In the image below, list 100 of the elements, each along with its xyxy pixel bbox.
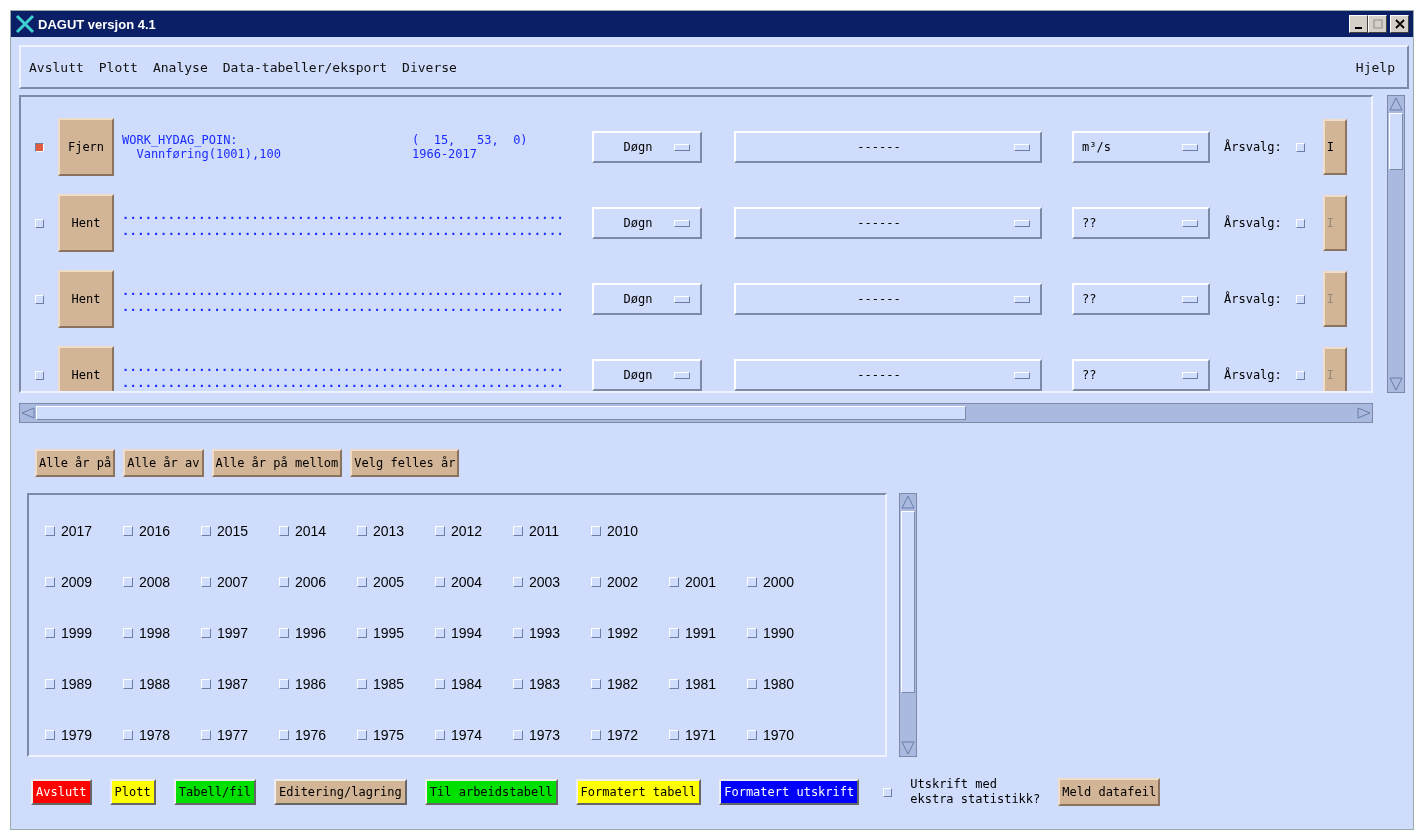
year-checkbox[interactable] [201, 627, 211, 638]
report-error-button[interactable]: Meld datafeil [1058, 778, 1161, 806]
year-checkbox[interactable] [591, 729, 601, 740]
year-checkbox[interactable] [513, 729, 523, 740]
info-button[interactable]: I [1322, 119, 1347, 175]
year-checkbox[interactable] [357, 525, 367, 536]
year-checkbox[interactable] [357, 729, 367, 740]
year-action-button[interactable]: Velg felles år [350, 449, 460, 477]
year-checkbox[interactable] [435, 729, 445, 740]
load-button[interactable]: Hent [58, 346, 114, 391]
action-button[interactable]: Tabell/fil [173, 779, 256, 805]
selection-dropdown[interactable]: ------ [734, 359, 1042, 391]
year-selection-toggle[interactable] [1295, 142, 1305, 152]
vertical-scrollbar[interactable] [1387, 95, 1405, 393]
remove-button[interactable]: Fjern [58, 118, 114, 176]
year-checkbox[interactable] [591, 627, 601, 638]
year-checkbox[interactable] [669, 678, 679, 689]
year-checkbox[interactable] [201, 576, 211, 587]
year-checkbox[interactable] [435, 627, 445, 638]
year-checkbox[interactable] [435, 678, 445, 689]
period-dropdown[interactable]: Døgn [592, 131, 702, 163]
year-checkbox[interactable] [747, 576, 757, 587]
year-checkbox[interactable] [279, 627, 289, 638]
close-button[interactable] [1390, 15, 1409, 33]
year-checkbox[interactable] [201, 729, 211, 740]
year-checkbox[interactable] [435, 525, 445, 536]
period-dropdown[interactable]: Døgn [592, 207, 702, 239]
year-checkbox[interactable] [45, 525, 55, 536]
menu-item[interactable]: Plott [98, 59, 138, 75]
series-toggle[interactable] [35, 142, 44, 152]
year-selection-toggle[interactable] [1295, 218, 1305, 228]
selection-dropdown[interactable]: ------ [734, 131, 1042, 163]
year-checkbox[interactable] [591, 525, 601, 536]
year-checkbox[interactable] [591, 678, 601, 689]
action-button[interactable]: Plott [109, 779, 156, 805]
menu-item[interactable]: Diverse [402, 59, 457, 75]
unit-dropdown[interactable]: m³/s [1072, 131, 1210, 163]
action-button[interactable]: Formatert tabell [575, 779, 702, 805]
year-action-button[interactable]: Alle år av [123, 449, 204, 477]
load-button[interactable]: Hent [58, 270, 114, 328]
year-checkbox[interactable] [123, 627, 133, 638]
maximize-button[interactable] [1368, 15, 1387, 33]
year-checkbox[interactable] [45, 576, 55, 587]
selection-dropdown[interactable]: ------ [734, 283, 1042, 315]
action-button[interactable]: Avslutt [31, 779, 92, 805]
load-button[interactable]: Hent [58, 194, 114, 252]
unit-dropdown[interactable]: ?? [1072, 359, 1210, 391]
year-checkbox[interactable] [669, 729, 679, 740]
action-button[interactable]: Editering/lagring [273, 779, 407, 805]
menu-item[interactable]: Avslutt [29, 59, 84, 75]
selection-dropdown[interactable]: ------ [734, 207, 1042, 239]
year-checkbox[interactable] [669, 627, 679, 638]
year-checkbox[interactable] [669, 576, 679, 587]
year-checkbox[interactable] [747, 627, 757, 638]
horizontal-scrollbar[interactable] [19, 403, 1373, 423]
option-menu-icon [1014, 143, 1030, 151]
action-button[interactable]: Til arbeidstabell [424, 779, 558, 805]
year-checkbox[interactable] [747, 678, 757, 689]
year-label: 2000 [763, 573, 795, 590]
scroll-thumb[interactable] [901, 511, 915, 693]
year-checkbox[interactable] [279, 525, 289, 536]
year-checkbox[interactable] [357, 576, 367, 587]
year-action-button[interactable]: Alle år på mellom [211, 449, 343, 477]
year-checkbox[interactable] [45, 729, 55, 740]
year-checkbox[interactable] [45, 627, 55, 638]
scroll-thumb[interactable] [36, 406, 966, 420]
action-button[interactable]: Formatert utskrift [719, 779, 860, 805]
year-checkbox[interactable] [591, 576, 601, 587]
year-checkbox[interactable] [513, 627, 523, 638]
menu-item[interactable]: Data-tabeller/eksport [222, 59, 388, 75]
year-selection-toggle[interactable] [1295, 294, 1305, 304]
period-dropdown[interactable]: Døgn [592, 283, 702, 315]
year-checkbox[interactable] [201, 525, 211, 536]
year-selection-toggle[interactable] [1295, 370, 1305, 380]
year-checkbox[interactable] [123, 576, 133, 587]
year-checkbox[interactable] [123, 525, 133, 536]
year-checkbox[interactable] [435, 576, 445, 587]
unit-dropdown[interactable]: ?? [1072, 283, 1210, 315]
year-checkbox[interactable] [747, 729, 757, 740]
year-checkbox[interactable] [279, 678, 289, 689]
year-checkbox[interactable] [201, 678, 211, 689]
menu-item[interactable]: Analyse [152, 59, 208, 75]
period-dropdown[interactable]: Døgn [592, 359, 702, 391]
minimize-button[interactable] [1349, 15, 1368, 33]
scroll-thumb[interactable] [1389, 113, 1403, 170]
year-checkbox[interactable] [357, 627, 367, 638]
year-checkbox[interactable] [123, 678, 133, 689]
year-action-button[interactable]: Alle år på [35, 449, 116, 477]
year-checkbox[interactable] [513, 678, 523, 689]
help-menu[interactable]: Hjelp [1355, 59, 1395, 75]
vertical-scrollbar[interactable] [899, 493, 917, 757]
year-checkbox[interactable] [513, 525, 523, 536]
year-checkbox[interactable] [279, 729, 289, 740]
year-checkbox[interactable] [45, 678, 55, 689]
year-checkbox[interactable] [513, 576, 523, 587]
year-checkbox[interactable] [357, 678, 367, 689]
year-checkbox[interactable] [123, 729, 133, 740]
statistics-toggle[interactable] [883, 787, 893, 797]
year-checkbox[interactable] [279, 576, 289, 587]
unit-dropdown[interactable]: ?? [1072, 207, 1210, 239]
